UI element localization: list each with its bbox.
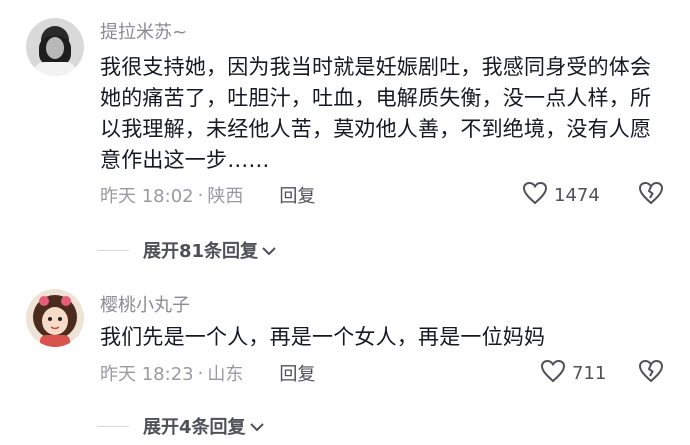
like-button[interactable]: 1474 <box>522 181 600 210</box>
dislike-button[interactable] <box>638 181 664 209</box>
expand-replies-button[interactable]: 展开81条回复 <box>96 237 276 263</box>
comment-text: 我很支持她，因为我当时就是妊娠剧吐，我感同身受的体会她的痛苦了，吐胆汁，吐血，电… <box>100 55 652 172</box>
reply-button[interactable]: 回复 <box>279 360 315 386</box>
like-count: 711 <box>572 363 607 384</box>
meta-separator: · <box>197 362 204 384</box>
comment-location: 山东 <box>207 364 244 385</box>
comment-time: 昨天 18:23 <box>100 364 194 385</box>
comment-time: 昨天 18:02 <box>100 186 194 207</box>
dislike-button[interactable] <box>638 359 664 387</box>
chevron-down-icon <box>262 240 276 261</box>
comment-meta: 昨天 18:23 · 山东 回复 <box>100 360 315 386</box>
like-count: 1474 <box>554 185 600 206</box>
comment-username[interactable]: 樱桃小丸子 <box>100 291 190 317</box>
expand-replies-label: 展开81条回复 <box>143 241 259 262</box>
heart-icon <box>522 181 548 210</box>
chevron-down-icon <box>249 416 264 437</box>
expand-replies-button[interactable]: 展开4条回复 <box>97 413 264 439</box>
meta-separator: · <box>197 184 204 206</box>
comment-username[interactable]: 提拉米苏~ <box>100 18 187 44</box>
reply-button[interactable]: 回复 <box>279 182 315 208</box>
heart-icon <box>540 359 566 388</box>
comment-location: 陕西 <box>207 186 244 207</box>
expand-replies-label: 展开4条回复 <box>143 417 246 438</box>
like-button[interactable]: 711 <box>540 359 606 388</box>
avatar[interactable] <box>26 18 84 76</box>
comment-text: 我们先是一个人，再是一个女人，再是一位妈妈 <box>100 325 546 349</box>
avatar[interactable] <box>26 289 84 347</box>
broken-heart-icon <box>638 359 664 387</box>
comment-meta: 昨天 18:02 · 陕西 回复 <box>100 182 315 208</box>
broken-heart-icon <box>638 181 664 209</box>
